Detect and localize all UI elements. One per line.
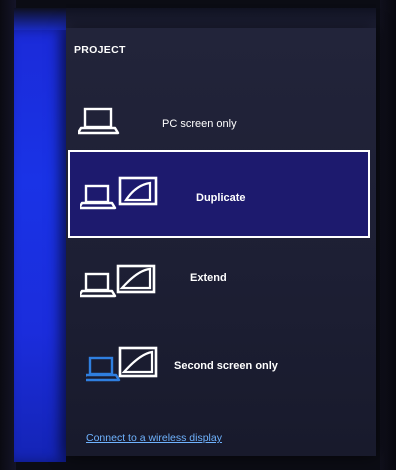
monitor-only-icon — [81, 342, 170, 391]
option-second-screen-only[interactable]: Second screen only — [66, 332, 370, 416]
laptop-extend-monitor-icon — [77, 260, 172, 309]
option-extend[interactable]: Extend — [66, 250, 370, 334]
connect-wireless-display-link[interactable]: Connect to a wireless display — [86, 432, 222, 444]
option-label: PC screen only — [162, 118, 237, 130]
background-right — [380, 0, 396, 470]
option-label: Extend — [190, 272, 227, 284]
laptop-icon — [76, 106, 122, 141]
desktop-top-edge — [14, 8, 66, 32]
option-label: Second screen only — [174, 360, 278, 372]
desktop-background — [14, 30, 66, 462]
option-label: Duplicate — [196, 192, 246, 204]
option-duplicate[interactable]: Duplicate — [68, 150, 370, 238]
panel-top-edge — [66, 8, 376, 30]
laptop-and-monitor-icon — [77, 174, 172, 219]
panel-title: PROJECT — [74, 44, 126, 56]
project-panel: PROJECT PC screen only Duplicate Extend … — [66, 28, 376, 456]
